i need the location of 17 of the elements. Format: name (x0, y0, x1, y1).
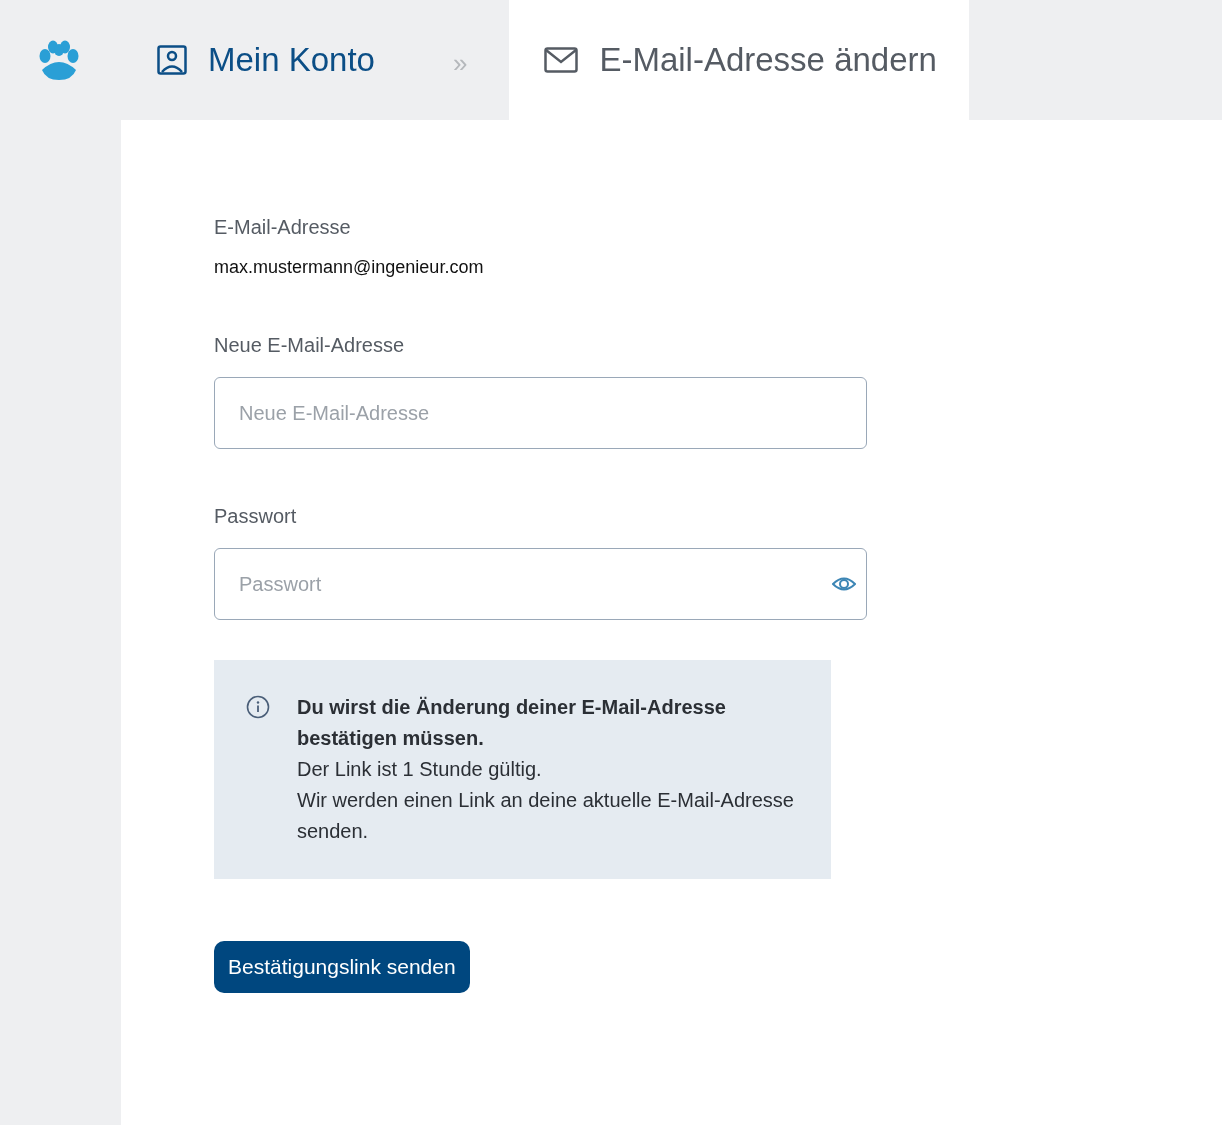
info-icon (246, 695, 270, 719)
breadcrumb-link[interactable]: Mein Konto (118, 0, 375, 120)
info-text: Wir werden einen Link an deine aktuelle E-Mail-Adresse senden. (297, 788, 795, 844)
password-field[interactable]: Passwort (214, 548, 867, 620)
email-field[interactable]: Neue E-Mail-Adresse (214, 377, 867, 449)
field-label: Passwort (214, 505, 298, 528)
send-link-button[interactable]: Bestätigungslink senden (214, 941, 470, 993)
info-title: Du wirst die Änderung deiner E-Mail-Adresse bestätigen müssen. (297, 695, 727, 751)
envelope-icon (544, 47, 579, 73)
breadcrumb-separator: » (452, 47, 468, 79)
field-label: Neue E-Mail-Adresse (214, 334, 406, 357)
info-text: Der Link ist 1 Stunde gültig. (297, 757, 543, 782)
person-icon (157, 45, 187, 75)
field-label: E-Mail-Adresse (214, 216, 352, 239)
paw-logo-icon[interactable] (38, 40, 80, 80)
breadcrumb-current[interactable]: E-Mail-Adresse ändern (509, 0, 969, 120)
email-value: max.mustermann@ingenieur.com (214, 257, 485, 278)
